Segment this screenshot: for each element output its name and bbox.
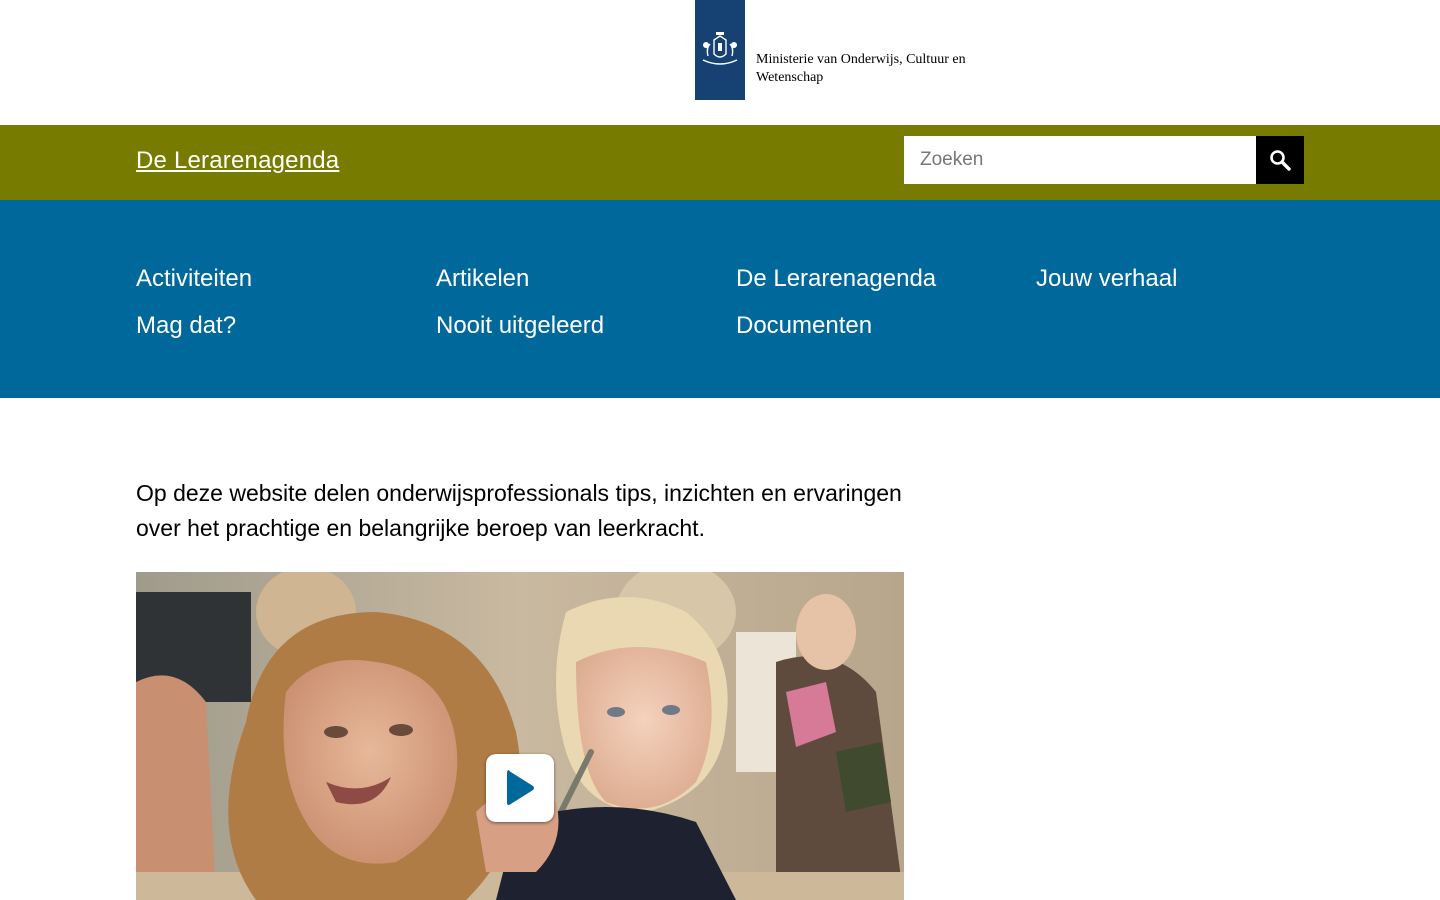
search-form: [904, 136, 1304, 184]
nav-item-mag-dat[interactable]: Mag dat?: [136, 304, 436, 351]
video-thumbnail: [136, 572, 904, 900]
main-content: Op deze website delen onderwijsprofessio…: [0, 398, 1440, 900]
nav-item-nooit-uitgeleerd[interactable]: Nooit uitgeleerd: [436, 304, 736, 351]
site-header: De Lerarenagenda: [0, 125, 1440, 200]
intro-text: Op deze website delen onderwijsprofessio…: [136, 480, 902, 541]
search-button[interactable]: [1256, 136, 1304, 184]
play-button[interactable]: [486, 754, 554, 822]
site-title[interactable]: De Lerarenagenda: [136, 147, 339, 175]
nav-item-jouw-verhaal[interactable]: Jouw verhaal: [1036, 257, 1336, 304]
nav-links: Activiteiten Artikelen De Lerarenagenda …: [136, 257, 1336, 351]
coat-of-arms-icon: [702, 32, 738, 65]
nav-item-documenten[interactable]: Documenten: [736, 304, 1036, 351]
ministry-name: Ministerie van Onderwijs, Cultuur en Wet…: [756, 52, 966, 85]
search-input[interactable]: [904, 136, 1256, 184]
nav-item-artikelen[interactable]: Artikelen: [436, 257, 736, 304]
rijksoverheid-logo[interactable]: [695, 0, 745, 100]
nav-item-de-lerarenagenda[interactable]: De Lerarenagenda: [736, 257, 1036, 304]
logo-bar: Ministerie van Onderwijs, Cultuur en Wet…: [0, 0, 1440, 125]
nav-item-activiteiten[interactable]: Activiteiten: [136, 257, 436, 304]
video-player[interactable]: [136, 572, 904, 900]
main-navigation: Activiteiten Artikelen De Lerarenagenda …: [0, 200, 1440, 398]
play-icon: [507, 770, 534, 805]
search-icon: [1270, 150, 1291, 171]
